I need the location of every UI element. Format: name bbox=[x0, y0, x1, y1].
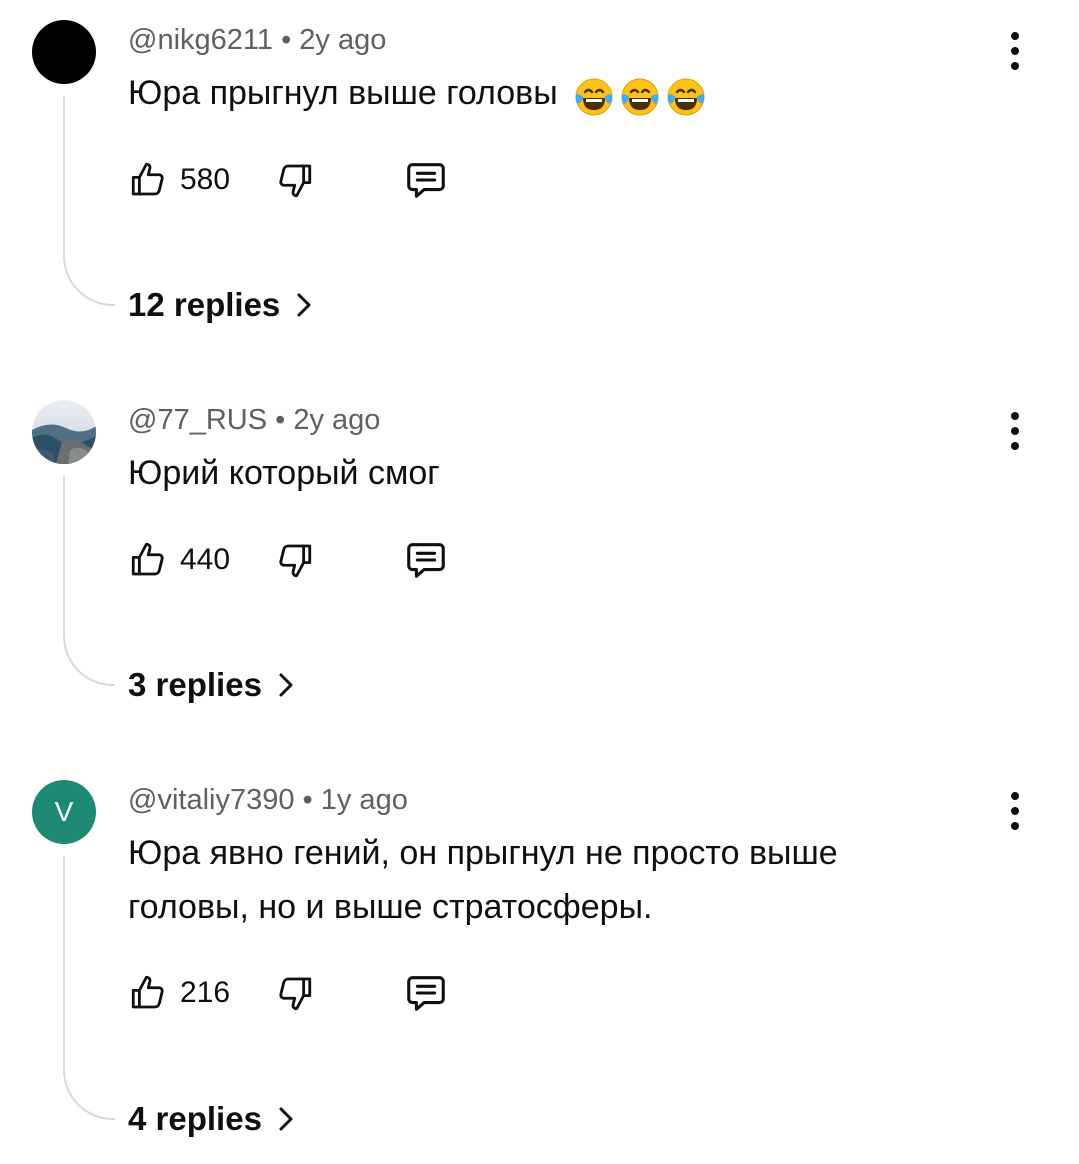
author-handle[interactable]: @nikg6211 bbox=[128, 24, 273, 56]
comment-actions: 216 bbox=[128, 968, 488, 1018]
thumbs-down-icon bbox=[279, 977, 312, 1011]
avatar[interactable] bbox=[32, 400, 96, 464]
comment-meta: @vitaliy7390 • 1y ago bbox=[128, 784, 408, 817]
replies-count: 12 replies bbox=[128, 286, 281, 323]
reply-button[interactable] bbox=[403, 535, 449, 585]
like-button[interactable]: 580 bbox=[128, 155, 230, 205]
thumbs-up-icon bbox=[131, 975, 164, 1009]
comment-icon bbox=[407, 543, 445, 578]
comment: V @vitaliy7390 • 1y ago Юра явно гений, … bbox=[0, 760, 1079, 1164]
meta-separator: • bbox=[275, 404, 286, 436]
avatar[interactable]: V bbox=[32, 780, 96, 844]
more-vert-icon[interactable] bbox=[1000, 786, 1030, 836]
reply-button[interactable] bbox=[403, 155, 449, 205]
replies-count: 3 replies bbox=[128, 666, 262, 703]
comment-text-body: Юра прыгнул выше головы bbox=[128, 74, 558, 112]
comment-text-body: Юра явно гений, он прыгнул не просто выш… bbox=[128, 834, 838, 926]
like-button[interactable]: 216 bbox=[128, 968, 230, 1018]
avatar-letter: V bbox=[54, 796, 74, 827]
comment-actions: 440 bbox=[128, 535, 488, 585]
thumbs-down-icon bbox=[279, 164, 312, 198]
thumbs-up-icon bbox=[131, 542, 164, 576]
replies-count: 4 replies bbox=[128, 1100, 262, 1137]
emoji-group bbox=[573, 68, 711, 122]
reply-button[interactable] bbox=[403, 968, 449, 1018]
dislike-button[interactable] bbox=[273, 155, 315, 205]
thread-line bbox=[63, 96, 115, 306]
comment-actions: 580 bbox=[128, 155, 488, 205]
thumbs-up-icon bbox=[131, 162, 164, 196]
dislike-button[interactable] bbox=[273, 535, 315, 585]
comment-time: 1y ago bbox=[320, 784, 408, 816]
comment-icon bbox=[407, 976, 445, 1011]
comment-time: 2y ago bbox=[299, 24, 387, 56]
like-count: 440 bbox=[180, 543, 231, 576]
comment-text-body: Юрий который смог bbox=[128, 454, 440, 492]
thread-line bbox=[63, 476, 115, 686]
meta-separator: • bbox=[281, 24, 292, 56]
face-with-tears-of-joy-icon bbox=[667, 78, 705, 116]
chevron-right-icon bbox=[294, 291, 314, 319]
view-replies-button[interactable]: 3 replies bbox=[128, 666, 296, 704]
avatar[interactable] bbox=[32, 20, 96, 84]
view-replies-button[interactable]: 12 replies bbox=[128, 286, 314, 324]
more-vert-icon[interactable] bbox=[1000, 26, 1030, 76]
view-replies-button[interactable]: 4 replies bbox=[128, 1100, 296, 1138]
thread-line bbox=[63, 856, 115, 1120]
chevron-right-icon bbox=[276, 671, 296, 699]
meta-separator: • bbox=[302, 784, 313, 816]
comment-icon bbox=[407, 163, 445, 198]
comment: @77_RUS • 2y ago Юрий который смог 440 3… bbox=[0, 380, 1079, 760]
comment-text: Юра прыгнул выше головы bbox=[128, 66, 988, 122]
comment: @nikg6211 • 2y ago Юра прыгнул выше голо… bbox=[0, 0, 1079, 380]
dislike-button[interactable] bbox=[273, 968, 315, 1018]
comment-text: Юра явно гений, он прыгнул не просто выш… bbox=[128, 826, 928, 934]
thumbs-down-icon bbox=[279, 544, 312, 578]
author-handle[interactable]: @vitaliy7390 bbox=[128, 784, 294, 816]
comment-text: Юрий который смог bbox=[128, 446, 988, 500]
like-button[interactable]: 440 bbox=[128, 535, 230, 585]
face-with-tears-of-joy-icon bbox=[621, 78, 659, 116]
avatar-photo bbox=[32, 400, 96, 464]
chevron-right-icon bbox=[276, 1105, 296, 1133]
like-count: 216 bbox=[180, 976, 231, 1009]
comment-meta: @77_RUS • 2y ago bbox=[128, 404, 380, 437]
comment-meta: @nikg6211 • 2y ago bbox=[128, 24, 386, 57]
more-vert-icon[interactable] bbox=[1000, 406, 1030, 456]
face-with-tears-of-joy-icon bbox=[575, 78, 613, 116]
comment-time: 2y ago bbox=[293, 404, 381, 436]
like-count: 580 bbox=[180, 163, 231, 196]
author-handle[interactable]: @77_RUS bbox=[128, 404, 267, 436]
